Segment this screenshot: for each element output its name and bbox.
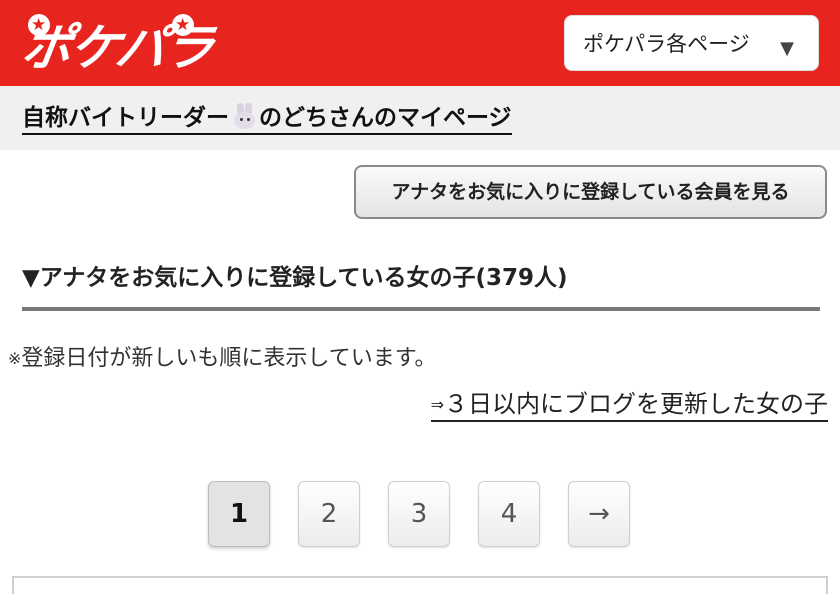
star-icon: ★ xyxy=(28,14,50,36)
page-button-1[interactable]: 1 xyxy=(208,481,270,547)
note-mark: ※ xyxy=(8,349,22,368)
view-fan-members-button[interactable]: アナタをお気に入りに登録している会員を見る xyxy=(354,165,827,219)
girl-list-container xyxy=(12,576,828,594)
mypage-bar: 自称バイトリーダー のどちさんのマイページ xyxy=(0,86,840,150)
section-divider xyxy=(22,307,820,311)
blog-link-text: ３日以内にブログを更新した女の子 xyxy=(444,390,828,418)
page-select-dropdown[interactable]: ポケパラ各ページ ▼ xyxy=(564,15,819,71)
rabbit-icon xyxy=(231,103,257,129)
page-select-label: ポケパラ各ページ xyxy=(583,32,750,56)
favorite-girls-heading: ▼アナタをお気に入りに登録している女の子(379人) xyxy=(22,265,568,291)
site-header: ポケパラ ★ ★ ポケパラ各ページ ▼ xyxy=(0,0,840,86)
page-button-4[interactable]: 4 xyxy=(478,481,540,547)
next-page-button[interactable]: → xyxy=(568,481,630,547)
recent-blog-girls-link[interactable]: ⇒３日以内にブログを更新した女の子 xyxy=(430,389,828,422)
page-button-2[interactable]: 2 xyxy=(298,481,360,547)
note-text: 登録日付が新しいも順に表示しています。 xyxy=(21,346,437,371)
pokepara-logo[interactable]: ポケパラ ★ ★ xyxy=(18,14,216,77)
mypage-title-prefix: 自称バイトリーダー xyxy=(22,105,229,131)
pagination: 1 2 3 4 → xyxy=(0,481,840,549)
mypage-title-suffix: のどちさんのマイページ xyxy=(259,105,512,131)
sort-note: ※登録日付が新しいも順に表示しています。 xyxy=(8,340,437,372)
chevron-down-icon: ▼ xyxy=(780,38,794,59)
star-icon: ★ xyxy=(172,14,194,36)
page-button-3[interactable]: 3 xyxy=(388,481,450,547)
mypage-link[interactable]: 自称バイトリーダー のどちさんのマイページ xyxy=(22,103,512,135)
arrow-right-icon: ⇒ xyxy=(430,395,444,414)
